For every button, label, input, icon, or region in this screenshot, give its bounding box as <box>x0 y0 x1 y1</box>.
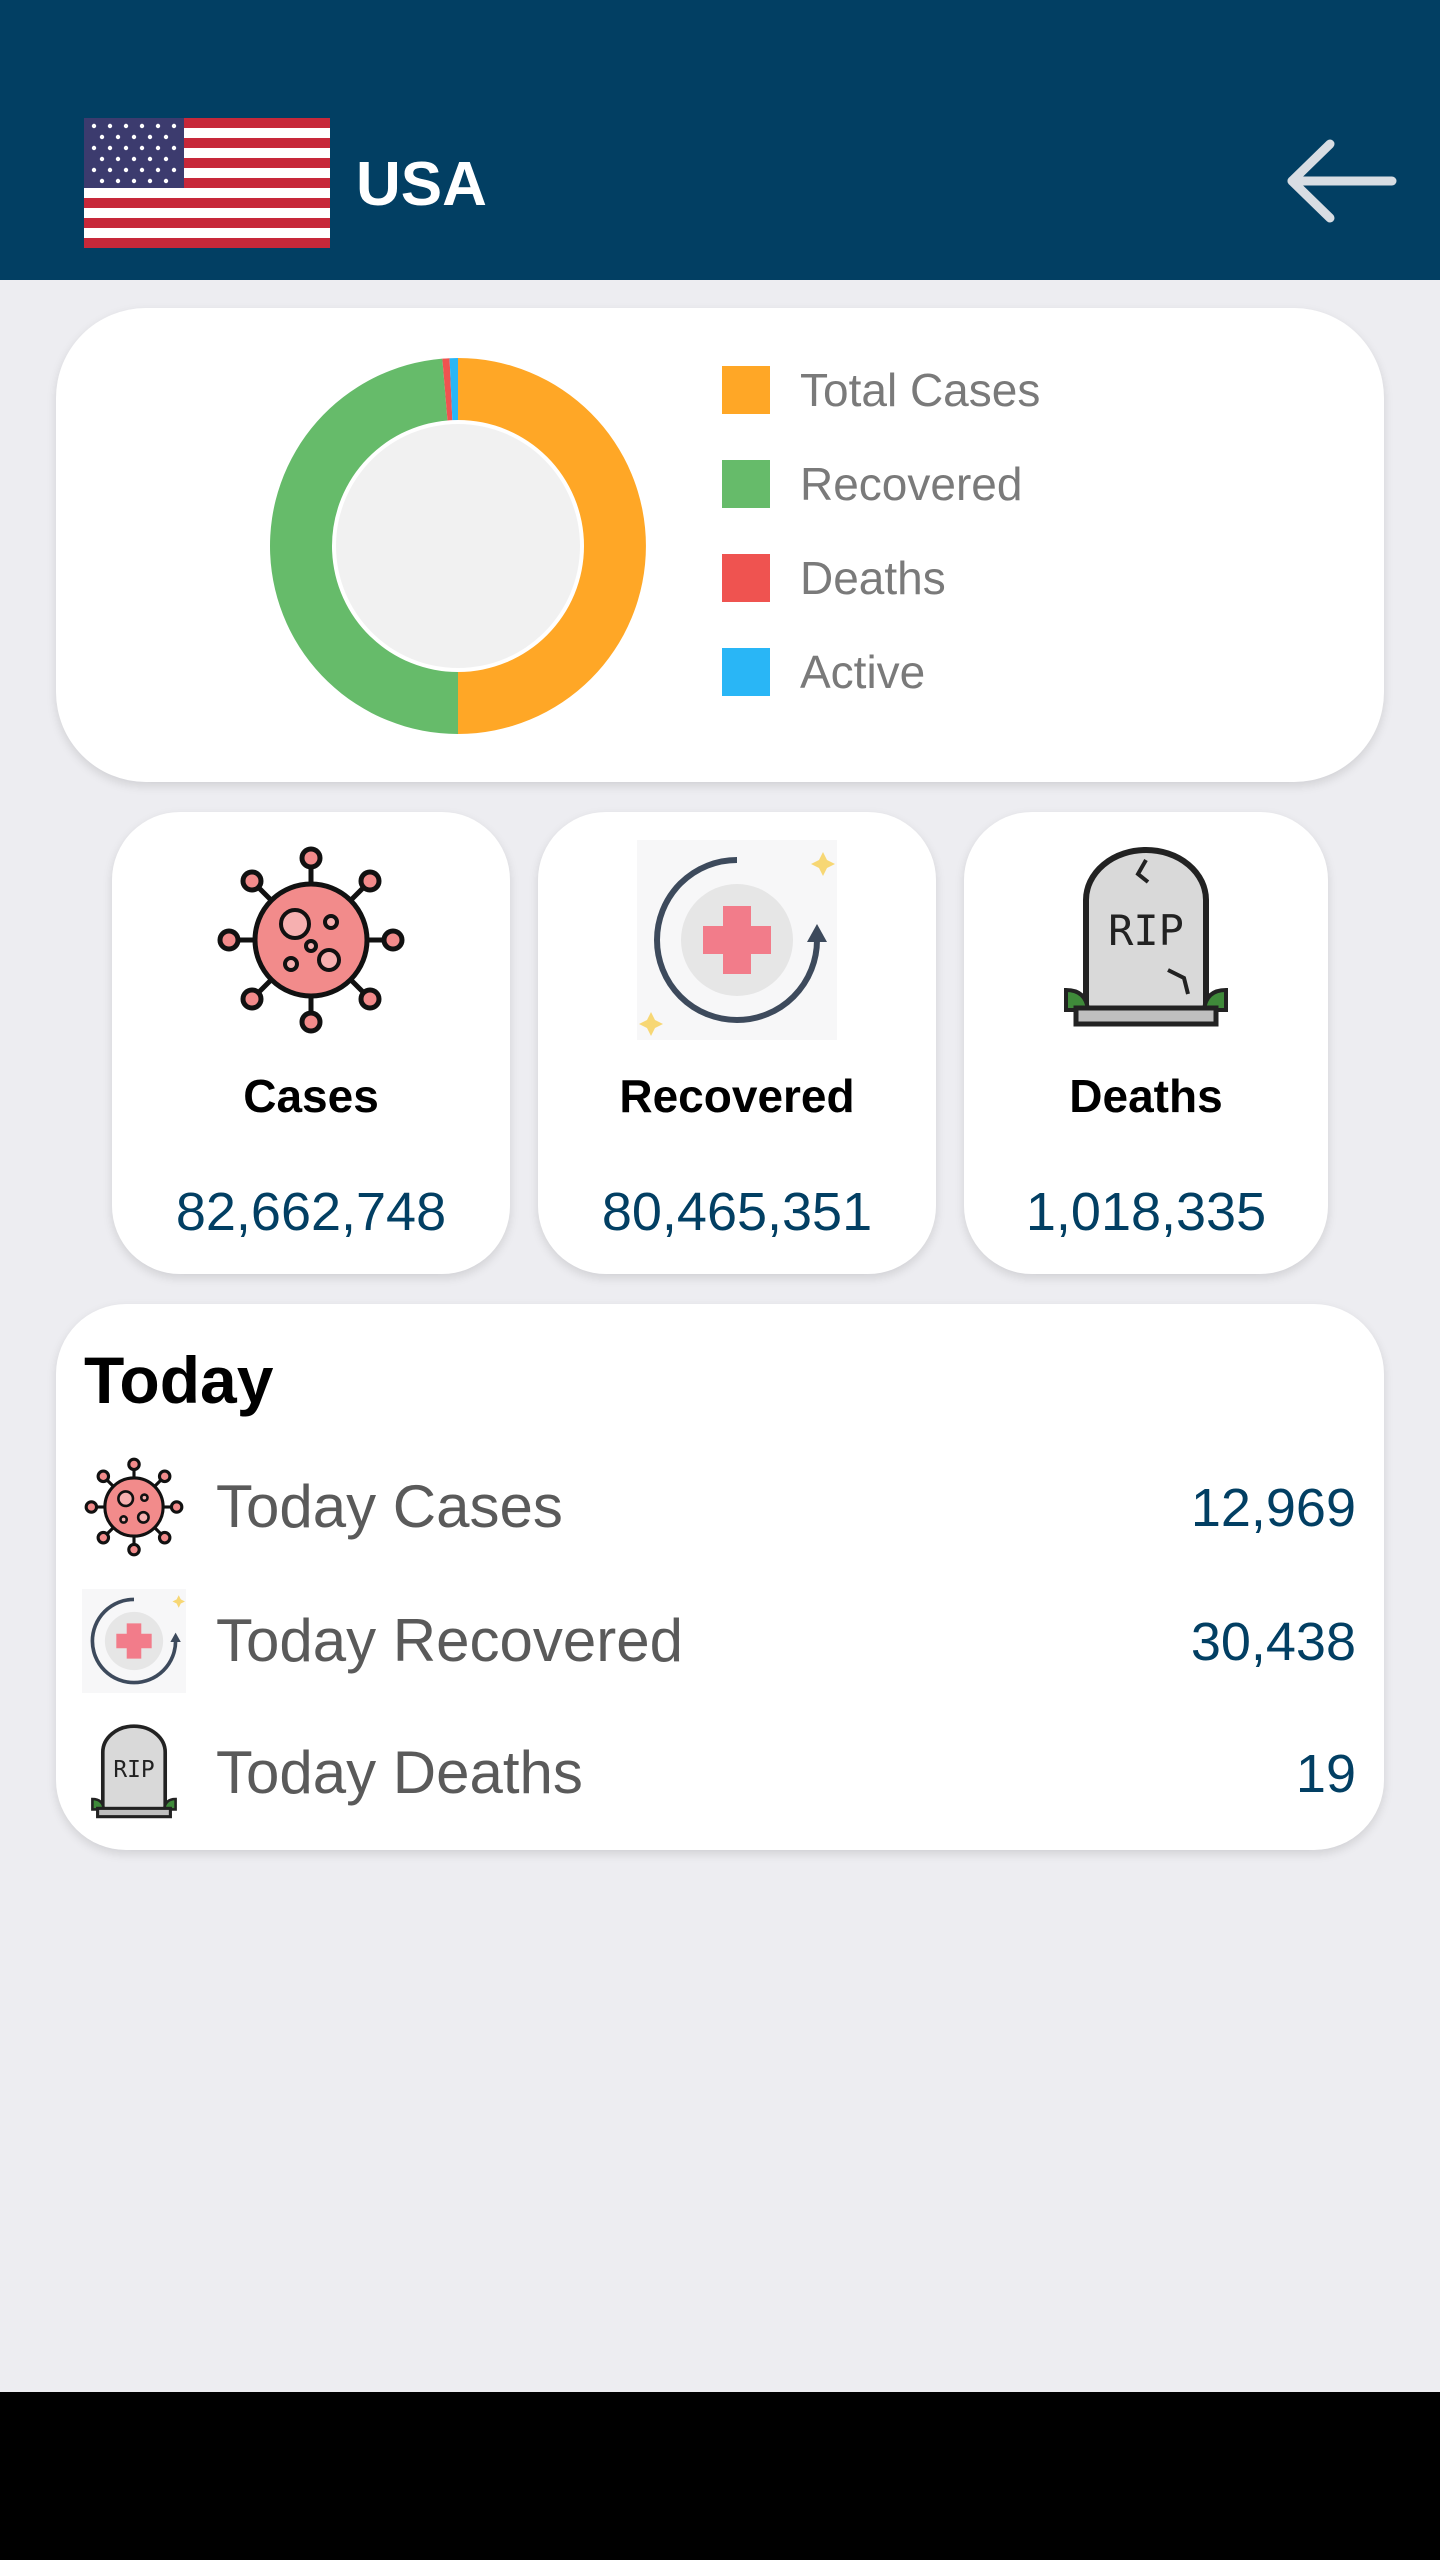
app-header: USA <box>0 0 1440 280</box>
today-title: Today <box>84 1343 274 1417</box>
stat-value: 1,018,335 <box>1025 1182 1267 1242</box>
today-label: Today Deaths <box>216 1739 583 1806</box>
legend-swatch <box>722 460 770 508</box>
legend-swatch <box>722 366 770 414</box>
country-name: USA <box>356 150 487 219</box>
svg-text:RIP: RIP <box>113 1757 154 1783</box>
svg-text:RIP: RIP <box>1108 906 1184 955</box>
legend-item: Deaths <box>722 548 1122 608</box>
stat-title: Deaths <box>1069 1070 1223 1122</box>
donut-chart <box>270 358 646 734</box>
stat-title: Cases <box>243 1070 379 1122</box>
tombstone-icon: RIP <box>91 1724 177 1819</box>
tombstone-icon: RIP <box>1064 847 1228 1027</box>
legend-item: Total Cases <box>722 360 1122 420</box>
medical-cross-icon <box>637 840 837 1040</box>
medical-cross-icon <box>82 1589 186 1693</box>
today-row-recovered: Today Recovered 30,438 <box>56 1584 1384 1694</box>
today-label: Today Recovered <box>216 1607 683 1674</box>
chart-card <box>56 308 1384 782</box>
today-row-cases: Today Cases 12,969 <box>56 1450 1384 1560</box>
legend-label: Deaths <box>800 552 946 604</box>
legend-item: Active <box>722 642 1122 702</box>
legend-label: Recovered <box>800 458 1023 510</box>
stat-value: 82,662,748 <box>175 1182 447 1242</box>
legend-swatch <box>722 648 770 696</box>
stat-card-cases: Cases 82,662,748 <box>112 812 510 1274</box>
legend-label: Active <box>800 646 926 698</box>
arrow-left-icon[interactable] <box>1280 136 1400 226</box>
stat-card-deaths: RIP Deaths 1,018,335 <box>964 812 1328 1274</box>
us-flag-icon <box>84 118 330 248</box>
today-card: Today Today Cases 12,969 Today Recovered… <box>56 1304 1384 1850</box>
stat-value: 80,465,351 <box>601 1182 873 1242</box>
today-label: Today Cases <box>216 1473 563 1540</box>
today-value: 19 <box>1295 1744 1356 1804</box>
today-value: 12,969 <box>1190 1478 1356 1538</box>
virus-icon <box>84 1457 184 1557</box>
legend-swatch <box>722 554 770 602</box>
legend-label: Total Cases <box>800 364 1041 416</box>
donut-hole <box>336 424 580 668</box>
stat-title: Recovered <box>619 1070 855 1122</box>
stat-card-recovered: Recovered 80,465,351 <box>538 812 936 1274</box>
system-navigation-bar <box>0 2392 1440 2560</box>
today-value: 30,438 <box>1190 1612 1356 1672</box>
virus-icon <box>217 846 405 1034</box>
legend-item: Recovered <box>722 454 1122 514</box>
today-row-deaths: RIP Today Deaths 19 <box>56 1716 1384 1826</box>
